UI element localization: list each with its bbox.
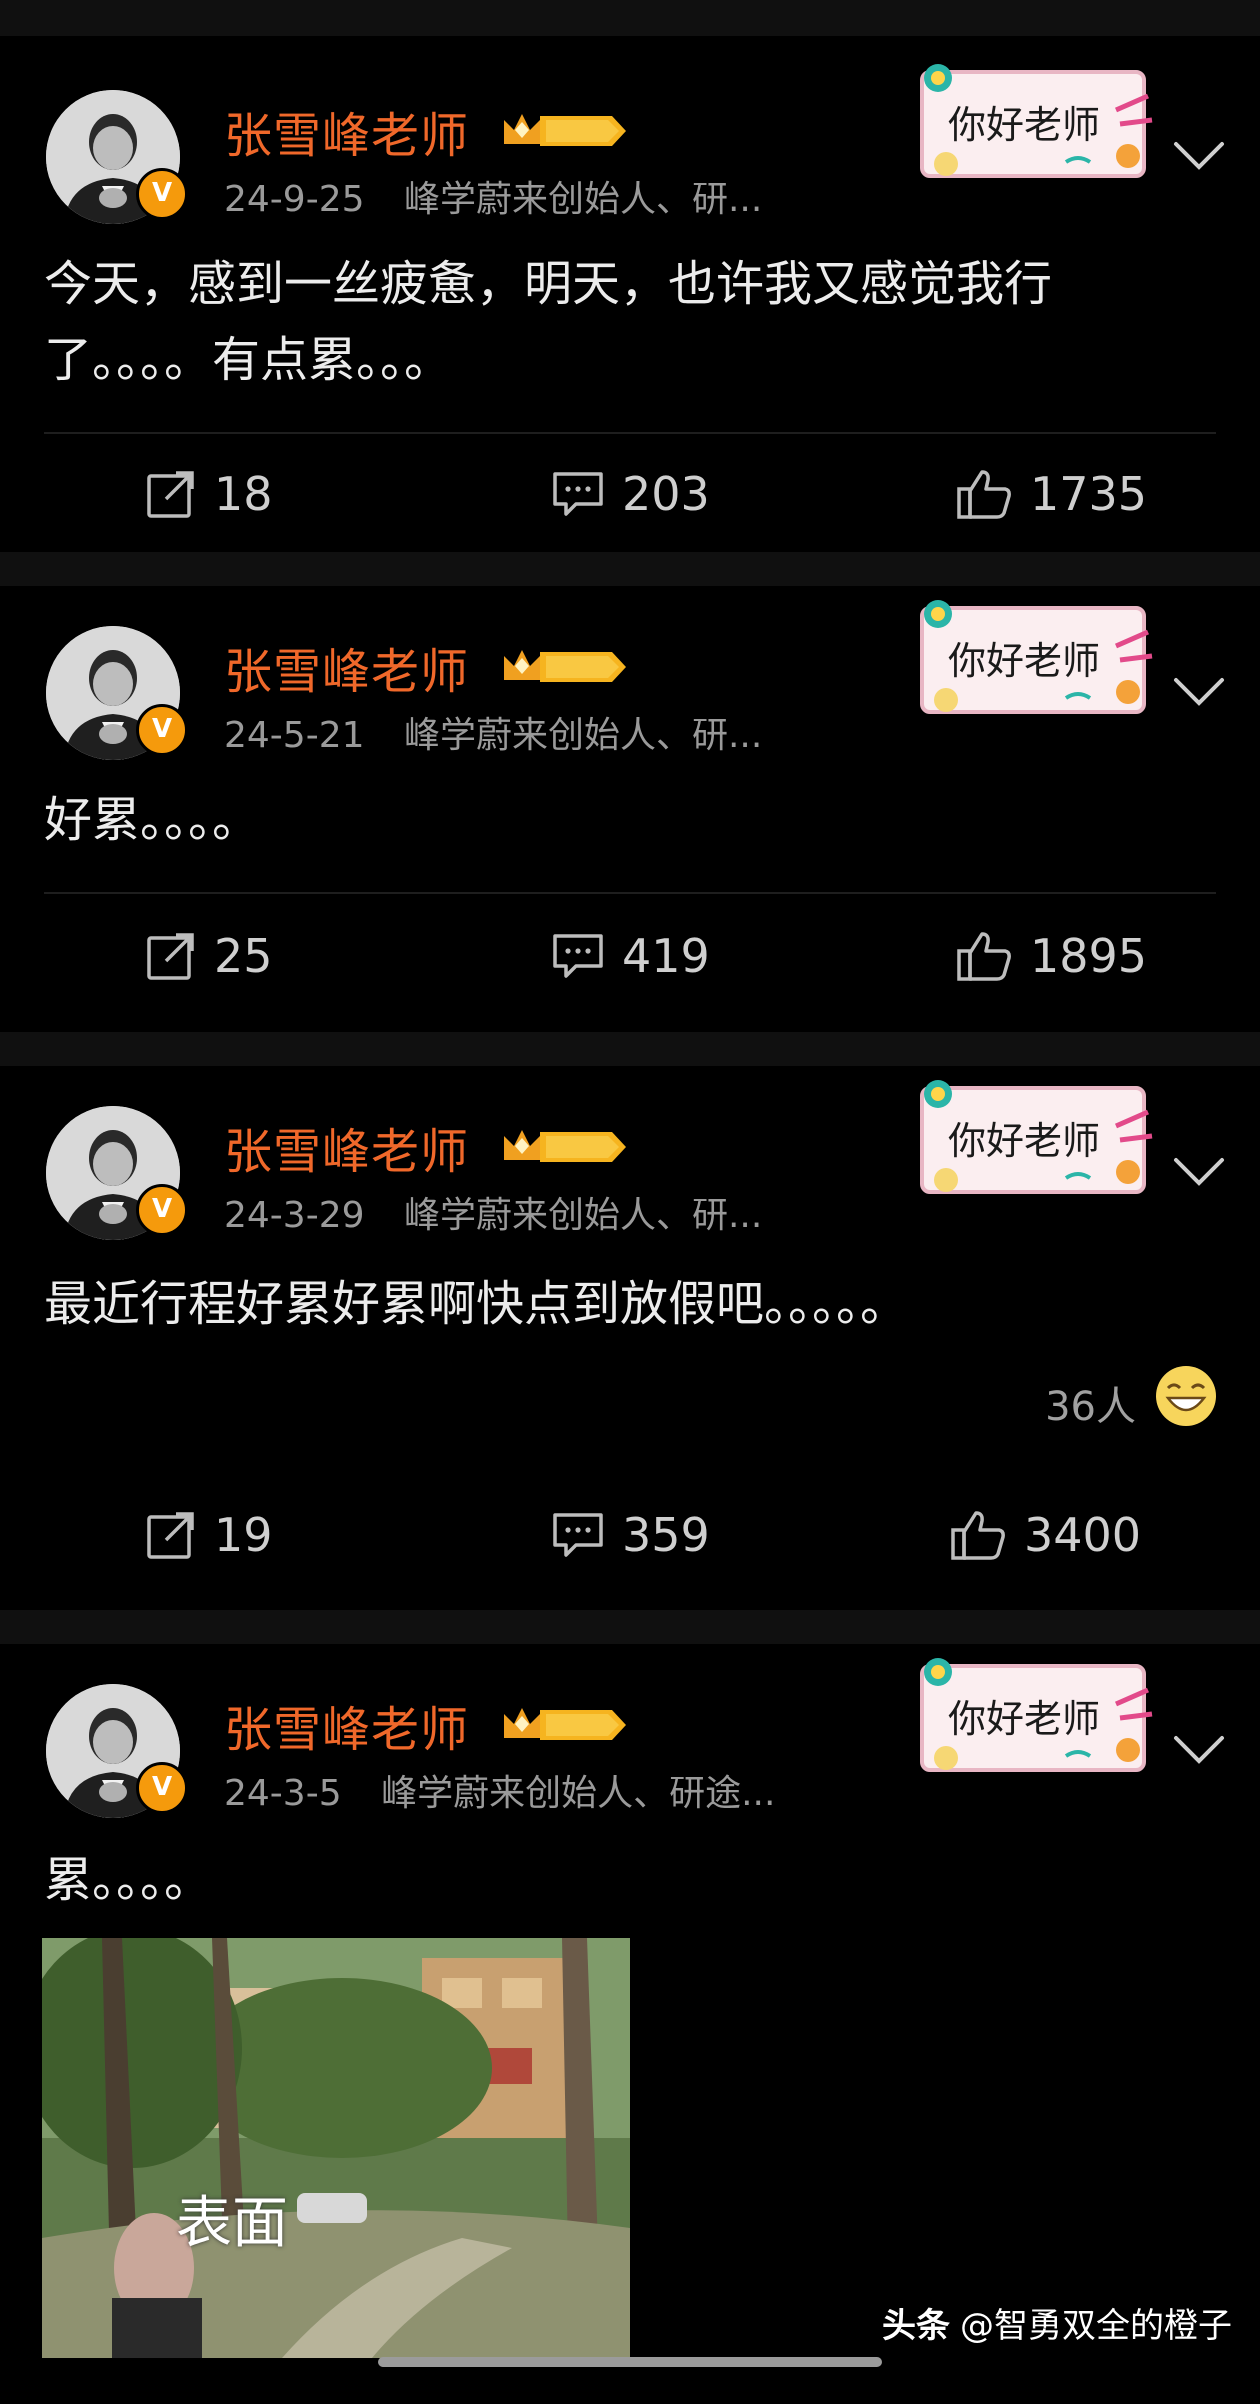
post-meta: 24-3-29 峰学蔚来创始人、研... <box>224 1186 762 1238</box>
repost-button[interactable]: 19 <box>146 1460 273 1610</box>
thumbs-up-icon <box>956 930 1012 982</box>
post-date: 24-3-5 <box>224 1773 342 1814</box>
top-separator <box>0 0 1260 36</box>
action-bar: 18 203 1735 <box>0 434 1260 552</box>
thumbs-up-icon <box>950 1509 1006 1561</box>
repost-icon <box>146 1510 196 1560</box>
sticker-text: 你好老师 <box>948 1119 1101 1163</box>
author-bio: 峰学蔚来创始人、研... <box>403 715 763 756</box>
post-header: V 张雪峰老师 24-3-5 峰学蔚来创始人、研途... 你好老师 <box>0 1644 1260 1842</box>
verified-badge: V <box>136 168 188 220</box>
author-name[interactable]: 张雪峰老师 <box>224 1112 469 1182</box>
weibo-post: V 张雪峰老师 24-5-21 峰学蔚来创始人、研... 你好老师 好累。。。。… <box>0 586 1260 1032</box>
post-meta: 24-3-5 峰学蔚来创始人、研途... <box>224 1764 775 1816</box>
verified-badge: V <box>136 704 188 756</box>
post-header: V 张雪峰老师 24-5-21 峰学蔚来创始人、研... 你好老师 <box>0 586 1260 782</box>
sticker-text: 你好老师 <box>948 103 1101 147</box>
like-count: 3400 <box>1024 1508 1142 1562</box>
comment-icon <box>552 932 604 980</box>
repost-count: 18 <box>214 467 273 521</box>
post-separator <box>0 552 1260 586</box>
like-button[interactable]: 1735 <box>956 434 1147 554</box>
post-separator <box>0 1032 1260 1066</box>
post-separator <box>0 1610 1260 1644</box>
chevron-down-icon[interactable] <box>1172 1156 1226 1188</box>
like-button[interactable]: 3400 <box>950 1460 1141 1610</box>
like-count: 1735 <box>1030 467 1148 521</box>
comment-count: 203 <box>622 467 710 521</box>
comment-button[interactable]: 203 <box>552 434 710 554</box>
post-meta: 24-9-25 峰学蔚来创始人、研... <box>224 170 762 222</box>
watermark: 头条 @智勇双全的橙子 <box>882 2298 1232 2347</box>
crown-level-badge-icon <box>500 1702 630 1748</box>
author-name[interactable]: 张雪峰老师 <box>224 1690 469 1760</box>
sticker-text: 你好老师 <box>948 1697 1101 1741</box>
repost-count: 19 <box>214 1508 273 1562</box>
post-header: V 张雪峰老师 24-3-29 峰学蔚来创始人、研... 你好老师 <box>0 1066 1260 1266</box>
crown-level-badge-icon <box>500 108 630 154</box>
comment-icon <box>552 1511 604 1559</box>
action-bar: 19 359 3400 <box>0 1460 1260 1610</box>
post-date: 24-5-21 <box>224 715 365 756</box>
post-date: 24-9-25 <box>224 179 365 220</box>
crown-level-badge-icon <box>500 644 630 690</box>
repost-count: 25 <box>214 929 273 983</box>
post-meta: 24-5-21 峰学蔚来创始人、研... <box>224 706 762 758</box>
watermark-handle: @智勇双全的橙子 <box>960 2306 1232 2346</box>
image-caption: 表面 <box>176 2191 288 2256</box>
comment-button[interactable]: 359 <box>552 1460 710 1610</box>
like-button[interactable]: 1895 <box>956 894 1147 1018</box>
thumbs-up-icon <box>956 468 1012 520</box>
crown-level-badge-icon <box>500 1124 630 1170</box>
weibo-post: V 张雪峰老师 24-3-29 峰学蔚来创始人、研... 你好老师 最近行程好累… <box>0 1066 1260 1610</box>
weibo-post: V 张雪峰老师 24-9-25 峰学蔚来创始人、研... 你好老师 今天，感到一… <box>0 36 1260 552</box>
comment-count: 419 <box>622 929 710 983</box>
author-name[interactable]: 张雪峰老师 <box>224 632 469 702</box>
repost-button[interactable]: 18 <box>146 434 273 554</box>
chevron-down-icon[interactable] <box>1172 676 1226 708</box>
post-header: V 张雪峰老师 24-9-25 峰学蔚来创始人、研... 你好老师 <box>0 36 1260 246</box>
post-date: 24-3-29 <box>224 1195 365 1236</box>
park-scene-image <box>42 1938 630 2358</box>
repost-icon <box>146 469 196 519</box>
chevron-down-icon[interactable] <box>1172 140 1226 172</box>
author-bio: 峰学蔚来创始人、研... <box>403 179 763 220</box>
action-bar: 25 419 1895 <box>0 894 1260 1018</box>
comment-button[interactable]: 419 <box>552 894 710 1018</box>
grinning-emoji-icon[interactable] <box>1154 1364 1218 1428</box>
home-indicator[interactable] <box>378 2357 882 2367</box>
repost-icon <box>146 931 196 981</box>
author-bio: 峰学蔚来创始人、研途... <box>381 1773 776 1814</box>
post-image[interactable]: 表面 <box>42 1938 630 2358</box>
weibo-post: V 张雪峰老师 24-3-5 峰学蔚来创始人、研途... 你好老师 累。。。。 <box>0 1644 1260 2404</box>
post-text: 今天，感到一丝疲惫，明天，也许我又感觉我行了。。。。有点累。。。 <box>44 256 1053 388</box>
author-name[interactable]: 张雪峰老师 <box>224 96 469 166</box>
verified-badge: V <box>136 1762 188 1814</box>
reaction-count: 36人 <box>1045 1384 1136 1430</box>
watermark-brand: 头条 <box>882 2306 950 2346</box>
verified-badge: V <box>136 1184 188 1236</box>
post-text: 好累。。。。 <box>44 792 261 848</box>
sticker-text: 你好老师 <box>948 639 1101 683</box>
post-text: 最近行程好累好累啊快点到放假吧。。。。。 <box>44 1276 909 1332</box>
post-text: 累。。。。 <box>44 1852 213 1908</box>
repost-button[interactable]: 25 <box>146 894 273 1018</box>
like-count: 1895 <box>1030 929 1148 983</box>
author-bio: 峰学蔚来创始人、研... <box>403 1195 763 1236</box>
reaction-row[interactable]: 36人 <box>0 1350 1260 1460</box>
chevron-down-icon[interactable] <box>1172 1734 1226 1766</box>
comment-icon <box>552 470 604 518</box>
comment-count: 359 <box>622 1508 710 1562</box>
